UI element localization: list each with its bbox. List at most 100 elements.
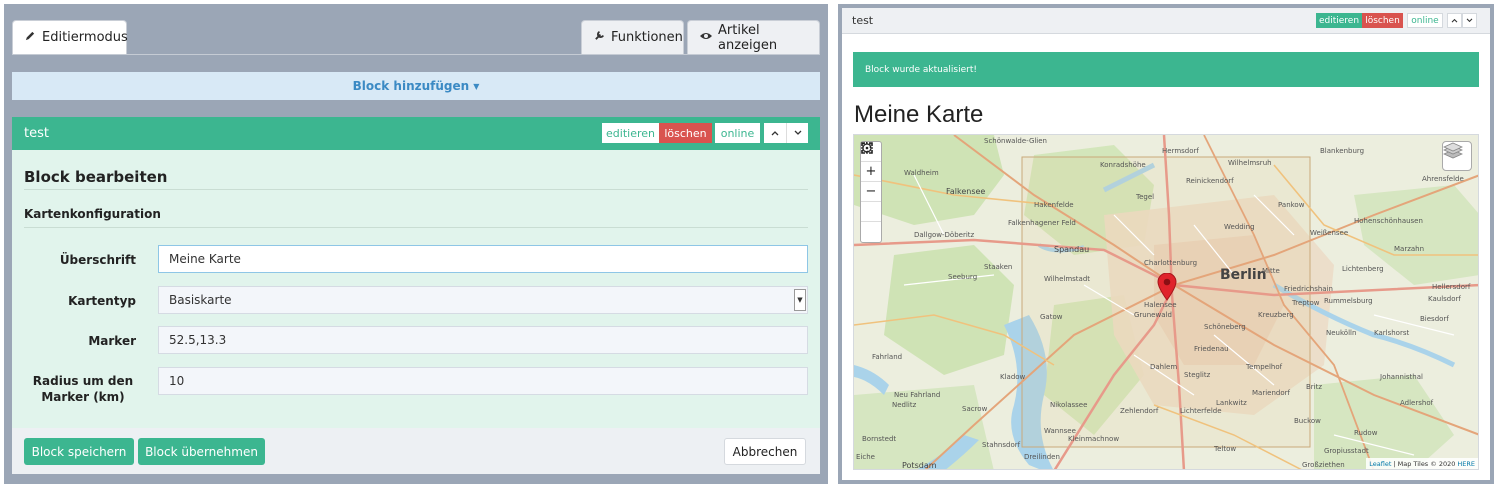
cancel-button[interactable]: Abbrechen	[724, 438, 806, 465]
tab-view-article[interactable]: Artikel anzeigen	[687, 20, 820, 54]
map-label-kleinmachnow: Kleinmachnow	[1068, 435, 1120, 443]
attribution-text: | Map Tiles © 2020	[1393, 459, 1456, 468]
add-block-label: Block hinzufügen	[352, 79, 470, 93]
map-label-staaken: Staaken	[984, 263, 1013, 271]
map-label-hohenschoenhausen: Hohenschönhausen	[1354, 217, 1423, 225]
map-label-charlottenburg: Charlottenburg	[1144, 259, 1198, 267]
map-type-label: Kartentyp	[68, 294, 136, 308]
map-label-wedding: Wedding	[1224, 223, 1255, 231]
map-label-neukoelln: Neukölln	[1326, 329, 1357, 337]
map-label-dallgow: Dallgow-Döberitz	[914, 231, 975, 239]
dropdown-arrow-icon: ▼	[794, 289, 806, 311]
map-attribution: Leaflet | Map Tiles © 2020 HERE	[1366, 458, 1478, 469]
map-label-schoeneberg: Schöneberg	[1204, 323, 1246, 331]
map-label-seeburg: Seeburg	[948, 273, 978, 281]
radius-label: Radius um den Marker (km)	[32, 374, 134, 404]
map-label-dahlem: Dahlem	[1150, 363, 1178, 371]
here-link[interactable]: HERE	[1457, 460, 1475, 468]
success-alert: Block wurde aktualisiert!	[853, 52, 1479, 87]
map-type-value: Basiskarte	[169, 293, 232, 307]
map-type-select[interactable]: Basiskarte ▼	[158, 286, 808, 314]
chevron-down-icon	[1466, 18, 1473, 23]
map-label-tempelhof: Tempelhof	[1246, 363, 1283, 371]
map-label-neu-fahrland: Neu Fahrland	[894, 391, 941, 399]
crosshair-icon	[861, 142, 873, 154]
map-label-mitte: Mitte	[1262, 267, 1280, 275]
map-label-lichterfelde: Lichterfelde	[1180, 407, 1222, 415]
apply-block-button[interactable]: Block übernehmen	[138, 438, 265, 465]
map-label-eiche: Eiche	[856, 453, 875, 461]
preview-delete-button[interactable]: löschen	[1362, 13, 1403, 28]
chevron-down-icon	[794, 130, 801, 135]
tab-edit-mode[interactable]: Editiermodus	[12, 20, 128, 54]
move-up-button[interactable]	[764, 123, 786, 143]
locate-button[interactable]	[861, 142, 881, 242]
map-label-biesdorf: Biesdorf	[1420, 315, 1449, 323]
map-label-lankwitz: Lankwitz	[1216, 399, 1247, 407]
edit-block-button[interactable]: editieren	[602, 123, 659, 143]
leaflet-link[interactable]: Leaflet	[1369, 460, 1391, 468]
map-label-spandau: Spandau	[1054, 245, 1090, 254]
map-label-teltow: Teltow	[1214, 445, 1237, 453]
heading-input-value: Meine Karte	[169, 252, 241, 266]
wrench-icon	[594, 30, 605, 45]
map-label-hellersdorf: Hellersdorf	[1432, 283, 1471, 291]
preview-move-down-button[interactable]	[1462, 13, 1477, 28]
editor-panel: Editiermodus Funktionen Artikel anzeigen…	[4, 4, 828, 484]
block-name: test	[24, 126, 49, 141]
save-block-button[interactable]: Block speichern	[24, 438, 134, 465]
map-label-wannsee: Wannsee	[1044, 427, 1076, 435]
map-label-falkensee: Falkensee	[946, 187, 986, 196]
map-label-waldheim: Waldheim	[904, 169, 939, 177]
marker-input[interactable]: 52.5,13.3	[158, 326, 808, 354]
section-title: Kartenkonfiguration	[24, 207, 161, 221]
map-label-nedlitz: Nedlitz	[892, 401, 917, 409]
map-label-gatow: Gatow	[1040, 313, 1063, 321]
layers-icon	[1443, 142, 1463, 159]
tab-divider	[12, 54, 820, 55]
preview-edit-button[interactable]: editieren	[1316, 13, 1362, 28]
map-label-kaulsdorf: Kaulsdorf	[1428, 295, 1461, 303]
map-label-marzahn: Marzahn	[1394, 245, 1425, 253]
preview-online-button[interactable]: online	[1407, 13, 1443, 28]
map-label-hermsdorf: Hermsdorf	[1162, 147, 1199, 155]
map-label-grosziethen: Großziethen	[1302, 461, 1345, 469]
preview-move-up-button[interactable]	[1447, 13, 1462, 28]
map-label-mariendorf: Mariendorf	[1252, 389, 1290, 397]
zoom-out-button[interactable]: −	[861, 182, 881, 202]
map-label-potsdam: Potsdam	[902, 461, 937, 470]
tab-edit-mode-label: Editiermodus	[42, 30, 128, 45]
layers-button[interactable]	[1442, 141, 1472, 171]
divider	[24, 227, 808, 228]
map-controls: + −	[860, 141, 882, 243]
map-label-zehlendorf: Zehlendorf	[1120, 407, 1159, 415]
caret-down-icon: ▼	[473, 81, 480, 91]
map-label-stahnsdorf: Stahnsdorf	[982, 441, 1021, 449]
map-label-pankow: Pankow	[1278, 201, 1305, 209]
map-label-kladow: Kladow	[1000, 373, 1026, 381]
map-label-halensee: Halensee	[1144, 301, 1177, 309]
map-label-ahrensfelde: Ahrensfelde	[1422, 175, 1464, 183]
map-label-schoenwalde: Schönwalde-Glien	[984, 137, 1047, 145]
block-header: test editieren löschen online	[12, 117, 820, 150]
tab-functions[interactable]: Funktionen	[581, 20, 684, 54]
map-label-tegel: Tegel	[1136, 193, 1155, 201]
zoom-in-button[interactable]: +	[861, 162, 881, 182]
divider	[24, 189, 808, 190]
box-select-button[interactable]	[861, 142, 881, 222]
map-label-johannisthal: Johannisthal	[1380, 373, 1423, 381]
delete-block-button[interactable]: löschen	[659, 123, 712, 143]
map-label-bornstedt: Bornstedt	[862, 435, 897, 443]
map-view[interactable]: Berlin Falkensee Spandau Charlottenburg …	[853, 134, 1479, 470]
map-label-gropiusstadt: Gropiusstadt	[1324, 447, 1369, 455]
map-pin-icon	[1157, 273, 1177, 301]
heading-input[interactable]: Meine Karte	[158, 245, 808, 273]
online-toggle-button[interactable]: online	[715, 123, 760, 143]
map-heading: Meine Karte	[854, 101, 984, 128]
chevron-up-icon	[771, 131, 779, 136]
move-down-button[interactable]	[786, 123, 808, 143]
map-label-lichtenberg: Lichtenberg	[1342, 265, 1384, 273]
radius-input[interactable]: 10	[158, 367, 808, 395]
add-block-button[interactable]: Block hinzufügen ▼	[12, 72, 820, 100]
preview-block-header: test editieren löschen online	[842, 8, 1490, 34]
